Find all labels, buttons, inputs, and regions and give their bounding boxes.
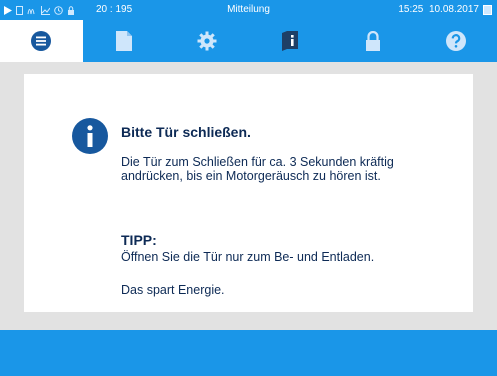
- bottom-bar: [0, 330, 497, 376]
- tip-title: TIPP:: [121, 232, 157, 248]
- tab-help[interactable]: [414, 20, 497, 62]
- gear-icon: [197, 31, 217, 51]
- tip-text: Öffnen Sie die Tür nur zum Be- und Entla…: [121, 250, 375, 264]
- document-icon: [116, 31, 133, 51]
- tab-menu[interactable]: [0, 20, 83, 62]
- status-bar: 20 : 195 Mitteilung 15:25 10.08.2017: [0, 0, 497, 20]
- info-icon: [72, 118, 108, 154]
- message-title: Bitte Tür schließen.: [121, 124, 251, 140]
- tab-settings[interactable]: [166, 20, 249, 62]
- message-body: Die Tür zum Schließen für ca. 3 Sekunden…: [121, 155, 394, 183]
- message-card: [24, 74, 473, 312]
- tab-protocols[interactable]: [83, 20, 166, 62]
- tab-lock[interactable]: [331, 20, 414, 62]
- info-book-icon: [281, 31, 299, 51]
- help-icon: [445, 31, 466, 51]
- menu-list-icon: [31, 31, 52, 51]
- tab-info[interactable]: [248, 20, 331, 62]
- status-indicator: [483, 5, 492, 15]
- tab-bar: [0, 20, 497, 62]
- tip-note: Das spart Energie.: [121, 283, 225, 297]
- status-time: 15:25: [398, 4, 424, 15]
- status-date: 10.08.2017: [428, 4, 479, 15]
- status-datetime: 15:25 10.08.2017: [398, 4, 479, 15]
- lock-icon: [365, 31, 381, 51]
